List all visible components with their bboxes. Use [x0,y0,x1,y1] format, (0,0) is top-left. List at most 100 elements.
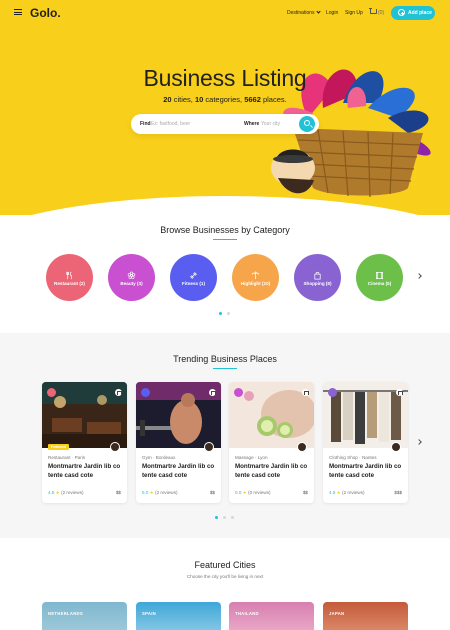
category-badge-icon [328,388,337,397]
cart-count: (0) [378,10,385,16]
place-rating: 0.0 ★ (0 reviews) [235,490,271,496]
review-count: (2 reviews) [155,490,178,495]
nav-destinations[interactable]: Destinations [287,9,321,16]
nav-login[interactable]: Login [326,10,338,16]
places-label: places. [262,95,287,104]
place-name[interactable]: Montmartre Jardin lib co tente casd cote [142,463,218,480]
add-place-label: Add place [408,10,432,16]
top-nav: Golo. Destinations Login Sign Up (0) Add… [0,0,450,26]
add-place-button[interactable]: Add place [391,6,435,20]
city-card[interactable]: SPAIN [136,602,221,630]
category-1[interactable]: Beauty (3) [108,254,155,301]
city-card[interactable]: JAPAN [323,602,408,630]
city-name: SPAIN [142,611,156,616]
category-5[interactable]: Cinema (5) [356,254,403,301]
place-name[interactable]: Montmartre Jardin lib co tente casd cote [235,463,311,480]
flower-icon [127,267,136,279]
hero-subtitle: 20 cities, 10 categories, 5662 places. [0,95,450,104]
featured-cities-title: Featured Cities [194,560,256,570]
city-name: JAPAN [329,611,345,616]
review-count: (2 reviews) [61,490,84,495]
place-category[interactable]: Restaurant [48,455,70,460]
category-2[interactable]: Fitness (1) [170,254,217,301]
carousel-dot[interactable] [219,312,222,315]
place-city[interactable]: Nantes [362,455,377,460]
place-rating: 4.5 ★ (2 reviews) [329,490,365,496]
cutlery-icon [65,267,74,280]
place-category[interactable]: Gym [142,455,152,460]
carousel-dot[interactable] [231,516,234,519]
category-label: Beauty (3) [120,281,143,286]
category-3[interactable]: Highlight (10) [232,254,279,301]
bag-icon [313,267,322,280]
category-label: Cinema (5) [367,281,392,286]
avatar[interactable] [297,442,307,452]
find-input[interactable]: Ex: fastfood, beer [151,121,190,127]
hero-section [0,0,450,215]
place-card[interactable]: Featured Restaurant · Paris Montmartre Jar… [42,382,127,503]
price-level: $$ [302,490,308,495]
place-name[interactable]: Montmartre Jardin lib co tente casd cote [329,463,405,480]
place-city[interactable]: Paris [75,455,85,460]
place-meta: Clothing Shop · Nantes [329,455,377,460]
city-card[interactable]: THAILAND [229,602,314,630]
category-label: Fitness (1) [182,281,205,286]
category-0[interactable]: Restaurant (2) [46,254,93,301]
city-name: THAILAND [235,611,259,616]
city-card[interactable]: NETHERLANDS [42,602,127,630]
avatar[interactable] [204,442,214,452]
place-card[interactable]: Gym · Bordeaux Montmartre Jardin lib co t… [136,382,221,503]
search-button[interactable] [299,116,315,132]
categories-label: categories, [205,95,243,104]
cities-label: cities, [173,95,193,104]
logo[interactable]: Golo. [30,6,61,20]
place-name[interactable]: Montmartre Jardin lib co tente casd cote [48,463,124,480]
categories-title: Browse Businesses by Category [160,225,290,235]
trending-title: Trending Business Places [173,354,277,364]
featured-cities-subtitle: Choose the city you'll be living in next [186,574,264,579]
place-meta: Massage · Lyon [235,455,268,460]
chevron-down-icon [315,9,321,14]
place-meta: Gym · Bordeaux [142,455,175,460]
category-badge-icon [141,388,150,397]
category-4[interactable]: Shopping (8) [294,254,341,301]
hamburger-menu-icon[interactable] [14,9,22,15]
place-rating: 4.5 ★ (2 reviews) [48,490,84,496]
place-city[interactable]: Lyon [258,455,268,460]
nav-signup[interactable]: Sign Up [345,10,363,16]
review-count: (2 reviews) [342,490,365,495]
carousel-dot[interactable] [215,516,218,519]
bookmark-icon[interactable] [302,389,309,396]
price-level: $$$ [394,490,402,495]
cart-icon[interactable] [369,8,377,14]
bookmark-icon[interactable] [115,389,122,396]
carousel-dot[interactable] [223,516,226,519]
bookmark-icon[interactable] [209,389,216,396]
where-label: Where [244,121,260,127]
category-label: Shopping (8) [303,281,332,286]
city-name: NETHERLANDS [48,611,83,616]
cities-count: 20 [163,95,172,104]
place-city[interactable]: Bordeaux [156,455,176,460]
category-label: Highlight (10) [240,281,271,286]
carousel-dot[interactable] [227,312,230,315]
category-badge-icon [47,388,56,397]
avatar[interactable] [110,442,120,452]
place-card[interactable]: Massage · Lyon Montmartre Jardin lib co t… [229,382,314,503]
places-count: 5662 [244,95,261,104]
find-label: Find [140,121,151,127]
dumbbell-icon [189,267,198,279]
title-underline [213,239,237,240]
avatar[interactable] [391,442,401,452]
hero-title: Business Listing [143,65,307,91]
categories-next-arrow-icon[interactable] [416,273,422,279]
category-badge-icon [234,388,243,397]
bookmark-icon[interactable] [396,389,403,396]
place-card[interactable]: Clothing Shop · Nantes Montmartre Jardin … [323,382,408,503]
where-input[interactable]: Your city [261,121,280,127]
place-category[interactable]: Clothing Shop [329,455,358,460]
review-count: (0 reviews) [248,490,271,495]
place-category[interactable]: Massage [235,455,254,460]
categories-count: 10 [194,95,204,104]
price-level: $$ [115,490,121,495]
